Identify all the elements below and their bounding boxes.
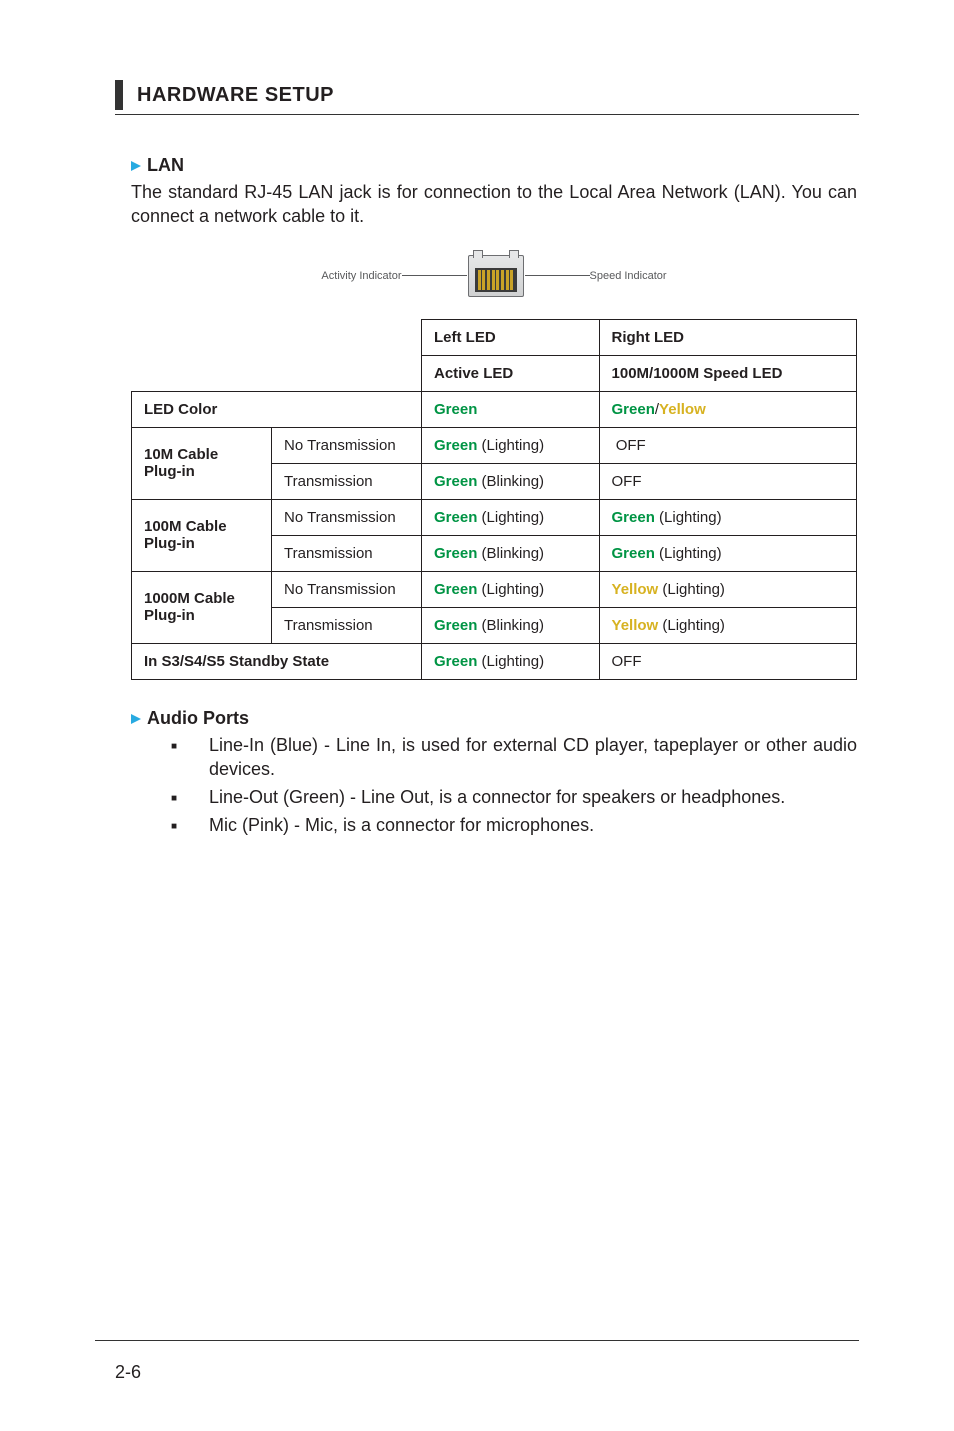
audio-heading: Audio Ports — [131, 708, 857, 729]
cell-1000m-notx-left: Green (Lighting) — [422, 571, 600, 607]
cell-1000m-notx: No Transmission — [272, 571, 422, 607]
row-100m: 100M Cable Plug-in — [132, 499, 272, 571]
activity-indicator-label: Activity Indicator — [321, 270, 401, 282]
led-color-right: Green/Yellow — [599, 391, 856, 427]
list-item: Mic (Pink) - Mic, is a connector for mic… — [171, 813, 857, 837]
triangle-right-icon — [131, 708, 141, 729]
header-rule — [115, 114, 859, 115]
cell-10m-tx-right: OFF — [599, 463, 856, 499]
row-standby: In S3/S4/S5 Standby State — [132, 643, 422, 679]
cell-10m-notx-right: OFF — [599, 427, 856, 463]
lan-body-text: The standard RJ-45 LAN jack is for conne… — [131, 180, 857, 229]
cell-100m-notx-left: Green (Lighting) — [422, 499, 600, 535]
list-item: Line-Out (Green) - Line Out, is a connec… — [171, 785, 857, 809]
rj45-diagram: Activity Indicator Speed Indicator — [131, 255, 857, 297]
section-header: HARDWARE SETUP — [115, 80, 859, 110]
led-color-left: Green — [422, 391, 600, 427]
cell-10m-tx: Transmission — [272, 463, 422, 499]
rj45-jack-icon — [468, 255, 524, 297]
th-right-led: Right LED — [599, 319, 856, 355]
cell-100m-tx: Transmission — [272, 535, 422, 571]
speed-indicator-label: Speed Indicator — [590, 270, 667, 282]
cell-standby-right: OFF — [599, 643, 856, 679]
cell-1000m-notx-right: Yellow (Lighting) — [599, 571, 856, 607]
th-active-led: Active LED — [422, 355, 600, 391]
cell-10m-tx-left: Green (Blinking) — [422, 463, 600, 499]
cell-100m-tx-left: Green (Blinking) — [422, 535, 600, 571]
section-title: HARDWARE SETUP — [137, 84, 334, 107]
row-led-color: LED Color — [132, 391, 422, 427]
audio-heading-text: Audio Ports — [147, 708, 249, 729]
th-left-led: Left LED — [422, 319, 600, 355]
cell-1000m-tx-left: Green (Blinking) — [422, 607, 600, 643]
cell-1000m-tx: Transmission — [272, 607, 422, 643]
row-1000m: 1000M Cable Plug-in — [132, 571, 272, 643]
cell-100m-tx-right: Green (Lighting) — [599, 535, 856, 571]
diagram-line-right — [525, 275, 590, 276]
cell-100m-notx-right: Green (Lighting) — [599, 499, 856, 535]
cell-standby-left: Green (Lighting) — [422, 643, 600, 679]
audio-list: Line-In (Blue) - Line In, is used for ex… — [131, 733, 857, 838]
row-10m: 10M Cable Plug-in — [132, 427, 272, 499]
cell-1000m-tx-right: Yellow (Lighting) — [599, 607, 856, 643]
th-speed-led: 100M/1000M Speed LED — [599, 355, 856, 391]
footer-rule — [95, 1340, 859, 1341]
led-table: Left LED Right LED Active LED 100M/1000M… — [131, 319, 857, 680]
diagram-line-left — [402, 275, 467, 276]
cell-100m-notx: No Transmission — [272, 499, 422, 535]
list-item: Line-In (Blue) - Line In, is used for ex… — [171, 733, 857, 782]
cell-10m-notx-left: Green (Lighting) — [422, 427, 600, 463]
section-bar-icon — [115, 80, 123, 110]
lan-heading-text: LAN — [147, 155, 184, 176]
page-number: 2-6 — [115, 1362, 141, 1383]
cell-10m-notx: No Transmission — [272, 427, 422, 463]
lan-heading: LAN — [131, 155, 857, 176]
triangle-right-icon — [131, 155, 141, 176]
